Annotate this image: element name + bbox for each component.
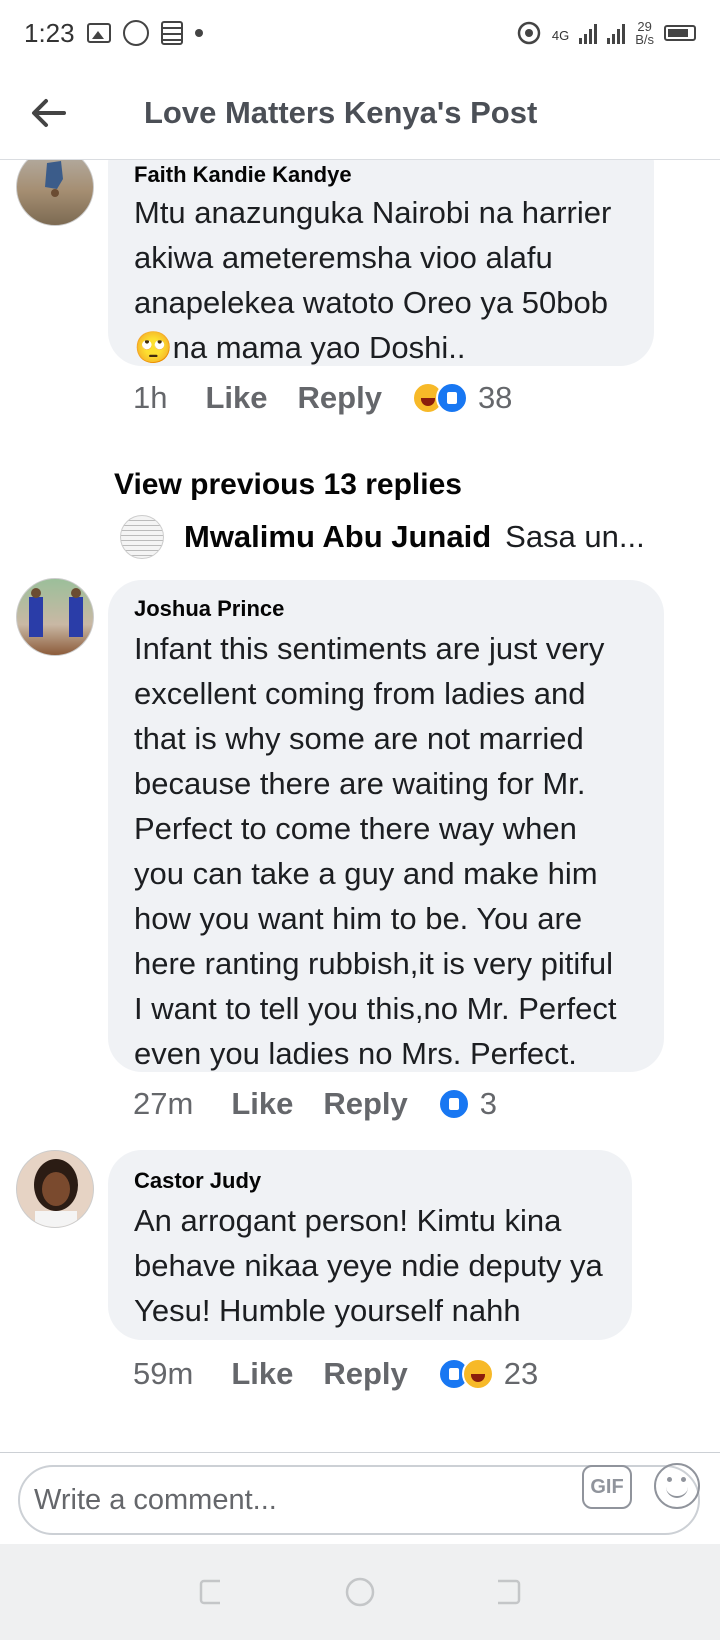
reaction-count: 23 [503, 1356, 539, 1391]
reactions-summary[interactable] [437, 1088, 470, 1120]
post-header: Love Matters Kenya's Post [0, 66, 720, 160]
comment-actions: 27m Like Reply 3 [133, 1086, 497, 1122]
comment-bubble[interactable]: Castor Judy An arrogant person! Kimtu ki… [108, 1150, 632, 1340]
reactions-summary[interactable] [437, 1358, 494, 1390]
network-speed: 29 B/s [635, 20, 654, 46]
whatsapp-notification-icon [122, 20, 149, 46]
gif-button[interactable]: GIF [582, 1465, 632, 1509]
home-icon[interactable] [343, 1575, 377, 1609]
comment-line: here ranting rubbish,it is very pitiful [134, 946, 614, 981]
comment-author[interactable]: Joshua Prince [134, 596, 638, 622]
status-bar: 1:23 4G 29 B/s [0, 0, 720, 66]
like-button[interactable]: Like [231, 1356, 293, 1392]
comment-line: excellent coming from ladies and [134, 676, 586, 711]
comment-line: behave nikaa yeye ndie deputy ya [134, 1248, 603, 1283]
comment-line: I want to tell you this,no Mr. Perfect [134, 991, 617, 1026]
comment-line: anapelekea watoto Oreo ya 50bob [134, 285, 608, 320]
hotspot-icon [517, 21, 541, 45]
reply-preview[interactable]: Mwalimu Abu Junaid Sasa un... [120, 513, 680, 561]
view-previous-replies-link[interactable]: View previous 13 replies [114, 468, 462, 502]
like-reaction-icon [437, 1088, 470, 1120]
reply-button[interactable]: Reply [323, 1086, 407, 1122]
status-time: 1:23 [24, 17, 75, 48]
back-arrow-icon [32, 98, 66, 127]
avatar-joshua[interactable] [16, 578, 94, 656]
reply-button[interactable]: Reply [323, 1356, 407, 1392]
comment-actions: 59m Like Reply 23 [133, 1356, 538, 1392]
comment-actions: 1h Like Reply 38 [133, 380, 512, 416]
avatar-mwalimu[interactable] [120, 515, 164, 559]
recent-apps-icon[interactable] [196, 1575, 230, 1609]
like-button[interactable]: Like [205, 380, 267, 416]
back-nav-icon[interactable] [490, 1575, 524, 1609]
comment-line: Infant this sentiments are just very [134, 631, 605, 666]
avatar-faith[interactable] [16, 160, 94, 226]
comment-line: even you ladies no Mrs. Perfect. [134, 1036, 577, 1071]
signal-2-icon [607, 22, 626, 44]
comment-line: Perfect to come there way when [134, 811, 577, 846]
reply-button[interactable]: Reply [298, 380, 382, 416]
comment-line: akiwa ameteremsha vioo alafu [134, 240, 553, 275]
news-notification-icon [160, 21, 183, 45]
reaction-count: 38 [477, 380, 513, 415]
more-notifications-icon [194, 29, 203, 37]
comment-time[interactable]: 59m [133, 1356, 193, 1392]
network-type: 4G [551, 28, 570, 43]
like-button[interactable]: Like [231, 1086, 293, 1122]
signal-1-icon [579, 22, 598, 44]
avatar-castor[interactable] [16, 1150, 94, 1228]
comment-author[interactable]: Castor Judy [134, 1168, 606, 1194]
battery-icon [664, 25, 696, 41]
comment-input-placeholder: Write a comment... [34, 1483, 277, 1516]
page-title: Love Matters Kenya's Post [144, 94, 538, 130]
comment-bubble[interactable]: Joshua Prince Infant this sentiments are… [108, 580, 664, 1072]
comment-line: you can take a guy and make him [134, 856, 598, 891]
comments-feed[interactable]: Faith Kandie Kandye Mtu anazunguka Nairo… [0, 160, 720, 1452]
comment-line: how you want him to be. You are [134, 901, 583, 936]
reply-snippet: Sasa un... [505, 519, 645, 554]
comment-time[interactable]: 1h [133, 380, 167, 416]
back-button[interactable] [0, 66, 120, 160]
comment-line: Yesu! Humble yourself nahh [134, 1293, 521, 1328]
comment-author[interactable]: Faith Kandie Kandye [134, 162, 628, 188]
comment-line: Mtu anazunguka Nairobi na harrier [134, 195, 612, 230]
comment-composer: Write a comment... GIF [0, 1452, 720, 1544]
comment-bubble[interactable]: Faith Kandie Kandye Mtu anazunguka Nairo… [108, 160, 654, 366]
speed-unit: B/s [635, 32, 654, 47]
reply-author[interactable]: Mwalimu Abu Junaid [184, 519, 491, 555]
comment-line: An arrogant person! Kimtu kina [134, 1203, 562, 1238]
comment-line: 🙄na mama yao Doshi.. [134, 330, 466, 365]
emoji-button[interactable] [654, 1463, 700, 1509]
comment-time[interactable]: 27m [133, 1086, 193, 1122]
comment-line: because there are waiting for Mr. [134, 766, 586, 801]
haha-reaction-icon [461, 1358, 494, 1390]
system-nav-bar [0, 1544, 720, 1640]
reaction-count: 3 [479, 1086, 498, 1121]
reactions-summary[interactable] [411, 382, 468, 414]
gallery-notification-icon [86, 23, 111, 43]
like-reaction-icon [435, 382, 468, 414]
comment-line: that is why some are not married [134, 721, 584, 756]
